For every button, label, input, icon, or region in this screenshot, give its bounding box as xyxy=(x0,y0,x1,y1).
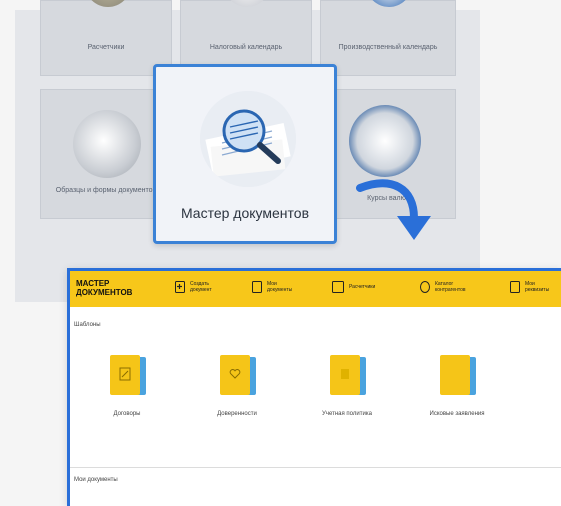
calendar-image xyxy=(366,0,412,7)
template-power-of-attorney[interactable] xyxy=(220,355,256,395)
heart-icon xyxy=(229,369,241,379)
template-accounting-policy[interactable] xyxy=(330,355,366,395)
tile-label: Налоговый календарь xyxy=(209,44,283,51)
tile-production-calendar[interactable]: Производственный календарь xyxy=(320,0,456,76)
tile-label: Производственный календарь xyxy=(338,44,438,51)
nav-my-requisites[interactable]: Мои реквизиты xyxy=(510,281,553,293)
my-documents-section-title: Мои документы xyxy=(74,477,118,483)
tile-label: Мастер документов xyxy=(180,205,310,221)
magnifier-image xyxy=(200,91,296,187)
requisites-icon xyxy=(510,281,520,293)
curved-arrow-icon xyxy=(356,179,431,240)
docs-icon xyxy=(252,281,262,293)
nav-contractors-catalog[interactable]: Каталог контрагентов xyxy=(420,281,469,293)
templates-section-title: Шаблоны xyxy=(74,322,101,328)
edit-icon xyxy=(119,367,131,381)
plus-doc-icon xyxy=(175,281,185,293)
contacts-icon xyxy=(420,281,430,293)
tile-label: Расчетчики xyxy=(87,44,125,51)
template-contracts[interactable] xyxy=(110,355,146,395)
template-label: Исковые заявления xyxy=(429,411,485,417)
calendar-image xyxy=(224,0,270,7)
nav-label: Создать документ xyxy=(190,281,212,293)
tile-label: Образцы и формы документов xyxy=(55,187,157,194)
nav-create-document[interactable]: Создать документ xyxy=(175,281,224,293)
dice-image xyxy=(349,105,421,177)
paper-stack-image xyxy=(73,110,141,178)
blank-icon xyxy=(449,367,461,381)
app-brand: МАСТЕР ДОКУМЕНТОВ xyxy=(76,279,133,297)
template-label: Договоры xyxy=(113,411,141,417)
section-divider xyxy=(70,467,561,468)
nav-label: Мои реквизиты xyxy=(525,281,550,293)
app-header: МАСТЕР ДОКУМЕНТОВ Создать документ Мои д… xyxy=(70,271,561,307)
coins-image xyxy=(85,0,131,7)
doc-icon xyxy=(341,369,349,379)
tile-document-master[interactable]: Мастер документов xyxy=(153,64,337,244)
tile-raschetchiki[interactable]: Расчетчики xyxy=(40,0,172,76)
template-label: Доверенности xyxy=(217,411,257,417)
document-master-window: МАСТЕР ДОКУМЕНТОВ Создать документ Мои д… xyxy=(67,268,561,506)
template-lawsuits[interactable] xyxy=(440,355,476,395)
calc-icon xyxy=(332,281,344,293)
template-label: Учетная политика xyxy=(322,411,372,417)
nav-label: Расчетчики xyxy=(349,284,376,290)
nav-calculators[interactable]: Расчетчики xyxy=(332,281,383,293)
nav-label: Каталог контрагентов xyxy=(435,281,466,293)
nav-my-documents[interactable]: Мои документы xyxy=(252,281,301,293)
nav-label: Мои документы xyxy=(267,281,293,293)
